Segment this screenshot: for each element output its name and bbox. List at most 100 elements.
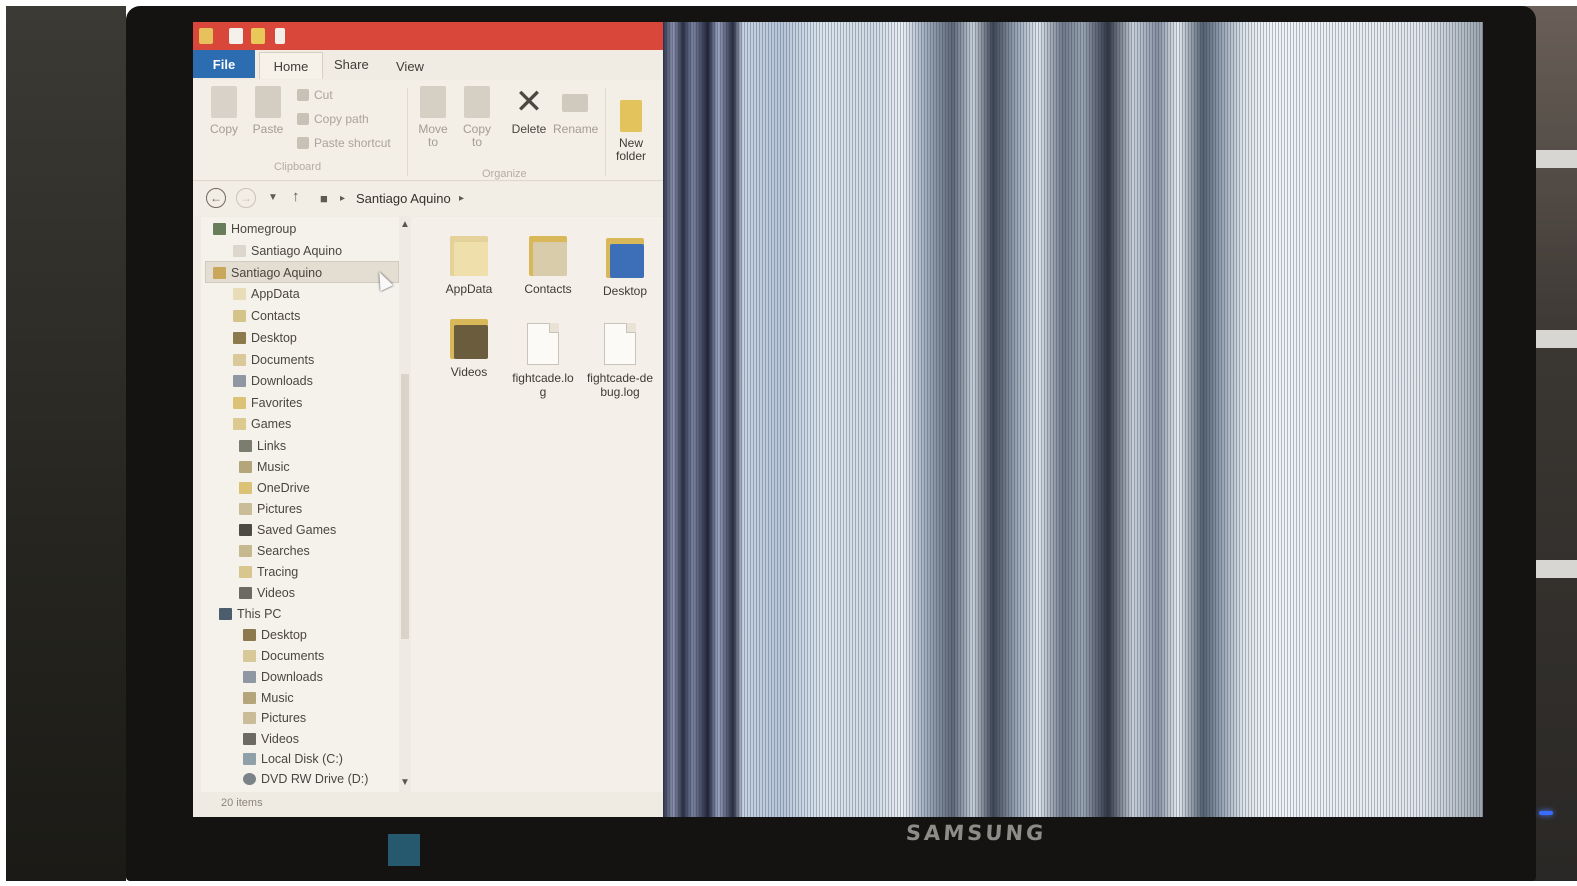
address-bar: ← → ▼ ↑ ■ ▸ Santiago Aquino ▸ [193, 182, 673, 216]
copy-to-button[interactable]: Copy to [457, 86, 497, 149]
tree-item-saved-games[interactable]: Saved Games [239, 523, 336, 537]
tree-label: Saved Games [257, 523, 337, 537]
tree-label: Local Disk (C:) [261, 752, 343, 766]
tree-label: Documents [251, 353, 315, 367]
scissors-icon [297, 89, 309, 101]
tree-label: Searches [257, 544, 310, 558]
paste-icon [255, 86, 281, 118]
tree-item-pc-desktop[interactable]: Desktop [243, 628, 307, 642]
file-name: fightcade.log [512, 371, 574, 399]
tab-view[interactable]: View [396, 59, 424, 74]
breadcrumb[interactable]: Santiago Aquino [356, 191, 451, 206]
recent-locations-icon[interactable]: ▼ [268, 192, 278, 203]
tab-share[interactable]: Share [334, 57, 369, 72]
chevron-down-icon[interactable]: ▼ [400, 777, 410, 788]
delete-button[interactable]: ✕ Delete [507, 83, 551, 136]
copy-button[interactable]: Copy [207, 86, 241, 136]
copy-icon [211, 86, 237, 118]
tree-item-user[interactable]: Santiago Aquino [213, 266, 322, 280]
ribbon-divider [407, 88, 408, 176]
tree-item-games[interactable]: Games [233, 417, 291, 431]
paste-shortcut-button[interactable]: Paste shortcut [297, 136, 391, 150]
folder-icon [450, 232, 488, 276]
tree-label: Downloads [251, 374, 313, 388]
forward-button[interactable]: → [236, 188, 256, 208]
tree-item-links[interactable]: Links [239, 439, 286, 453]
tree-item-pc-downloads[interactable]: Downloads [243, 670, 323, 684]
file-item-contacts[interactable]: Contacts [510, 232, 586, 296]
tree-item-downloads[interactable]: Downloads [233, 374, 313, 388]
file-name: fightcade-debug.log [586, 371, 654, 399]
screen: File Home Share View Copy Paste Cut Copy… [193, 22, 1483, 817]
rename-button[interactable]: Rename [553, 86, 599, 136]
file-item-fightcade-log[interactable]: fightcade.log [510, 323, 576, 399]
file-item-fightcade-debug-log[interactable]: fightcade-debug.log [585, 323, 655, 399]
chevron-right-icon: ▸ [340, 193, 346, 204]
tree-item-pc-documents[interactable]: Documents [243, 649, 324, 663]
file-item-desktop[interactable]: Desktop [587, 234, 663, 298]
power-led-icon [1539, 811, 1553, 815]
tree-label: Pictures [257, 502, 303, 516]
copy-path-button[interactable]: Copy path [297, 112, 369, 126]
tree-item-videos[interactable]: Videos [239, 586, 295, 600]
tab-file[interactable]: File [193, 50, 255, 78]
tree-label: Videos [261, 732, 299, 746]
wall-left [6, 6, 126, 881]
move-to-button[interactable]: Move to [413, 86, 453, 149]
tree-item-music[interactable]: Music [239, 460, 290, 474]
paste-button[interactable]: Paste [251, 86, 285, 136]
tree-item-onedrive[interactable]: OneDrive [239, 481, 310, 495]
copy-label: Copy [209, 122, 238, 136]
new-folder-icon[interactable] [251, 28, 265, 44]
new-folder-label: New folder [615, 136, 647, 163]
tree-item-local-disk[interactable]: Local Disk (C:) [243, 752, 343, 766]
tree-item-contacts[interactable]: Contacts [233, 309, 300, 323]
customize-toolbar-icon[interactable] [275, 28, 285, 44]
tree-label: Videos [257, 586, 295, 600]
document-icon [527, 323, 559, 365]
tree-item-searches[interactable]: Searches [239, 544, 310, 558]
tree-item-documents[interactable]: Documents [233, 353, 314, 367]
new-folder-button[interactable]: New folder [609, 100, 653, 163]
properties-icon[interactable] [229, 28, 243, 44]
scroll-thumb[interactable] [401, 374, 409, 639]
delete-icon: ✕ [514, 83, 544, 121]
tree-label: Games [251, 417, 292, 431]
chevron-right-icon[interactable]: ▸ [459, 193, 464, 204]
monitor-brand: SAMSUNG [905, 821, 1048, 845]
tree-item-desktop[interactable]: Desktop [233, 331, 297, 345]
organize-group-label: Organize [482, 168, 527, 180]
back-button[interactable]: ← [206, 188, 226, 208]
delete-label: Delete [511, 122, 547, 136]
videos-folder-icon [450, 315, 488, 359]
tree-item-pictures[interactable]: Pictures [239, 502, 302, 516]
windows-logo-icon [388, 834, 420, 866]
tree-item-pc-music[interactable]: Music [243, 691, 294, 705]
tree-label: Music [261, 691, 294, 705]
cut-button[interactable]: Cut [297, 88, 333, 102]
tree-item-favorites[interactable]: Favorites [233, 396, 302, 410]
tree-item-this-pc[interactable]: This PC [219, 607, 281, 621]
chevron-up-icon[interactable]: ▲ [400, 219, 410, 230]
tree-item-pc-videos[interactable]: Videos [243, 732, 299, 746]
desktop-folder-icon [606, 234, 644, 278]
up-button[interactable]: ↑ [292, 188, 300, 205]
tree-label: Homegroup [231, 222, 297, 236]
tab-home[interactable]: Home [259, 52, 323, 79]
tree-item-tracing[interactable]: Tracing [239, 565, 298, 579]
tree-label: AppData [251, 287, 300, 301]
tree-item-homegroup[interactable]: Homegroup [213, 222, 296, 236]
tree-item-pc-pictures[interactable]: Pictures [243, 711, 306, 725]
file-item-appdata[interactable]: AppData [431, 232, 507, 296]
rename-label: Rename [553, 122, 599, 136]
tree-label: This PC [237, 607, 282, 621]
tree-item-dvd-drive[interactable]: DVD RW Drive (D:) [243, 772, 368, 786]
paste-label: Paste [252, 122, 284, 136]
file-item-videos[interactable]: Videos [431, 315, 507, 379]
file-name: Desktop [602, 284, 648, 298]
tree-item-homegroup-user[interactable]: Santiago Aquino [233, 244, 342, 258]
tree-item-appdata[interactable]: AppData [233, 287, 300, 301]
user-folder-icon: ■ [320, 191, 328, 206]
copy-to-icon [464, 86, 490, 118]
file-name: AppData [445, 282, 493, 296]
